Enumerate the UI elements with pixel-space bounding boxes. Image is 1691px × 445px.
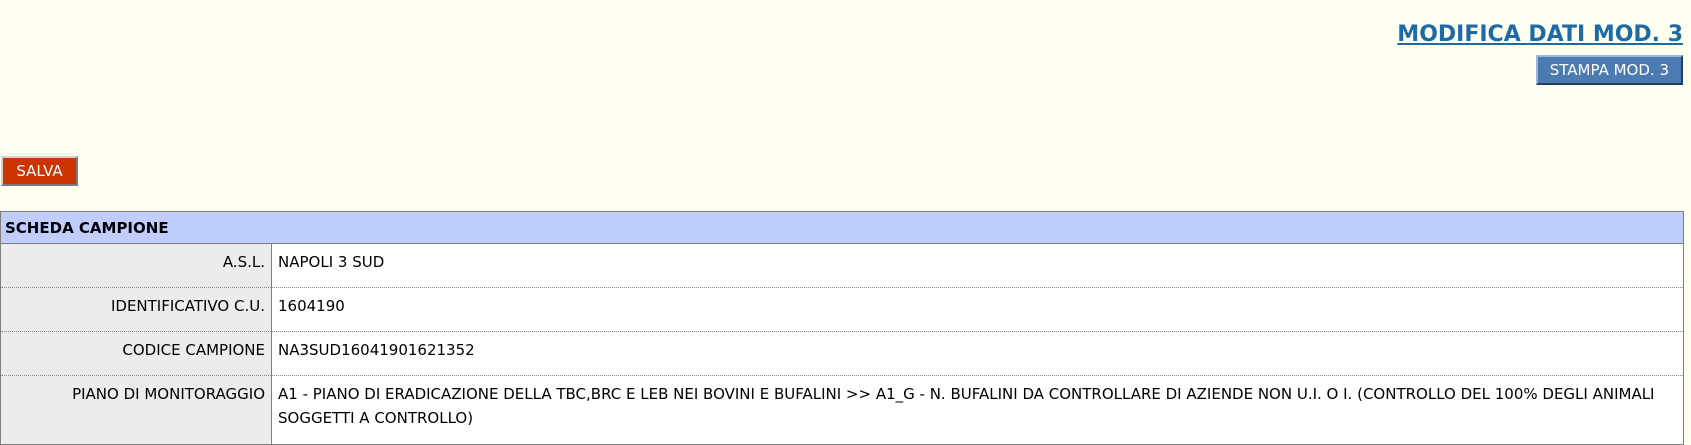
piano-monitoraggio-value: A1 - PIANO DI ERADICAZIONE DELLA TBC,BRC… <box>271 375 1684 445</box>
codice-campione-label: CODICE CAMPIONE <box>0 331 272 376</box>
asl-value: NAPOLI 3 SUD <box>271 243 1684 288</box>
scheda-campione-header: SCHEDA CAMPIONE <box>0 211 1684 244</box>
print-mod3-button[interactable]: STAMPA MOD. 3 <box>1535 55 1683 85</box>
piano-monitoraggio-label: PIANO DI MONITORAGGIO <box>0 375 272 445</box>
table-row: IDENTIFICATIVO C.U. 1604190 <box>0 287 1684 332</box>
table-row: CODICE CAMPIONE NA3SUD16041901621352 <box>0 331 1684 376</box>
table-row: A.S.L. NAPOLI 3 SUD <box>0 243 1684 288</box>
identificativo-cu-value: 1604190 <box>271 287 1684 332</box>
scheda-campione-table: SCHEDA CAMPIONE A.S.L. NAPOLI 3 SUD IDEN… <box>0 211 1684 445</box>
asl-label: A.S.L. <box>0 243 272 288</box>
codice-campione-value: NA3SUD16041901621352 <box>271 331 1684 376</box>
identificativo-cu-label: IDENTIFICATIVO C.U. <box>0 287 272 332</box>
table-row: PIANO DI MONITORAGGIO A1 - PIANO DI ERAD… <box>0 375 1684 445</box>
save-button[interactable]: SALVA <box>1 156 78 186</box>
page-title-link[interactable]: MODIFICA DATI MOD. 3 <box>1397 22 1683 47</box>
